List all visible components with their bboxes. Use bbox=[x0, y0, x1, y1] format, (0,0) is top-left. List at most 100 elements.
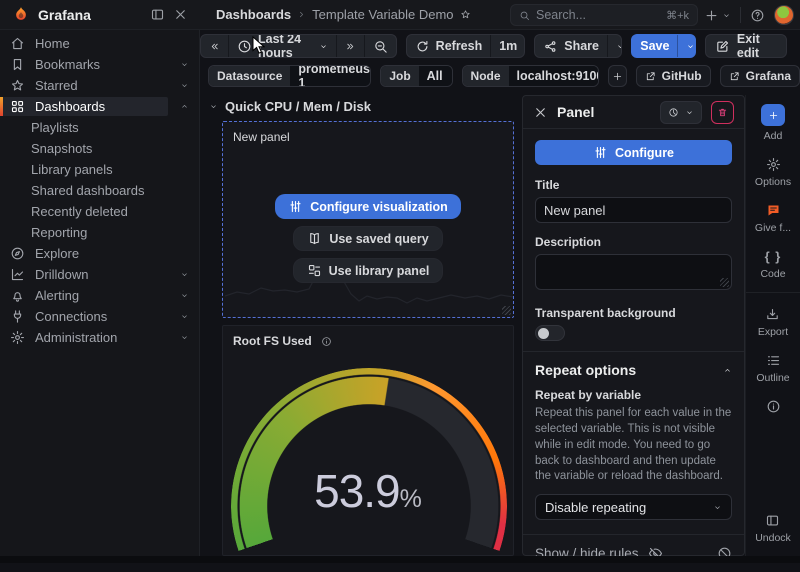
use-library-panel-button[interactable]: Use library panel bbox=[293, 258, 444, 283]
sidebar-item-library-panels[interactable]: Library panels bbox=[0, 159, 199, 180]
repeat-variable-select[interactable]: Disable repeating bbox=[535, 494, 732, 520]
book-icon bbox=[307, 231, 322, 246]
chevron-right-icon bbox=[297, 10, 306, 19]
close-icon[interactable] bbox=[533, 105, 548, 120]
rail-add-button[interactable]: Add bbox=[761, 104, 785, 142]
panel-type-button[interactable] bbox=[660, 101, 702, 124]
variable-datasource-select[interactable]: prometheus-1 bbox=[290, 66, 371, 86]
time-forward-button[interactable] bbox=[336, 35, 364, 57]
panel-resize-handle[interactable] bbox=[502, 306, 511, 315]
show-hide-rules-row[interactable]: Show / hide rules bbox=[535, 535, 732, 572]
sidebar-item-drilldown[interactable]: Drilldown bbox=[0, 264, 199, 285]
repeat-options-section[interactable]: Repeat options bbox=[535, 352, 732, 388]
panel-title-input[interactable] bbox=[535, 197, 732, 223]
app-title: Grafana bbox=[38, 7, 91, 23]
rail-code-button[interactable]: { } Code bbox=[760, 249, 785, 280]
gear-icon bbox=[10, 330, 25, 345]
info-icon[interactable] bbox=[321, 336, 332, 347]
variable-job-select[interactable]: All bbox=[419, 66, 453, 86]
grafana-link-button[interactable]: Grafana bbox=[720, 65, 800, 87]
time-back-button[interactable] bbox=[201, 35, 228, 57]
variable-node-select[interactable]: localhost:9100 bbox=[509, 66, 600, 86]
sidebar-item-connections[interactable]: Connections bbox=[0, 306, 199, 327]
star-icon bbox=[10, 78, 25, 93]
transparent-background-toggle[interactable] bbox=[535, 325, 565, 341]
chevron-down-icon bbox=[722, 11, 731, 20]
dock-sidebar-icon[interactable] bbox=[150, 7, 165, 22]
sidebar-item-shared-dashboards[interactable]: Shared dashboards bbox=[0, 180, 199, 201]
dashboard-canvas: Quick CPU / Mem / Disk New panel Configu… bbox=[200, 90, 522, 556]
configure-button[interactable]: Configure bbox=[535, 140, 732, 165]
rail-info-button[interactable] bbox=[766, 399, 781, 414]
help-icon[interactable] bbox=[750, 8, 765, 23]
breadcrumb-current[interactable]: Template Variable Demo bbox=[312, 7, 453, 22]
zoom-out-button[interactable] bbox=[364, 35, 396, 57]
chevron-down-icon bbox=[180, 291, 189, 300]
search-input[interactable]: Search... ⌘+k bbox=[510, 4, 698, 26]
star-outline-icon[interactable] bbox=[460, 9, 471, 20]
search-placeholder: Search... bbox=[536, 8, 660, 22]
configure-visualization-button[interactable]: Configure visualization bbox=[275, 194, 461, 219]
left-sidebar: Home Bookmarks Starred Dashboards Playli… bbox=[0, 30, 200, 556]
add-variable-button[interactable] bbox=[608, 65, 626, 87]
refresh-interval-button[interactable]: 1m bbox=[490, 35, 525, 57]
sidebar-item-reporting[interactable]: Reporting bbox=[0, 222, 199, 243]
rail-export-button[interactable]: Export bbox=[758, 307, 788, 338]
chevron-down-icon bbox=[180, 333, 189, 342]
rail-outline-button[interactable]: Outline bbox=[756, 353, 789, 384]
rail-undock-button[interactable]: Undock bbox=[755, 513, 791, 544]
rail-options-button[interactable]: Options bbox=[755, 157, 791, 188]
chevron-down-icon bbox=[523, 42, 525, 51]
textarea-resize-handle[interactable] bbox=[720, 278, 729, 287]
rail-feedback-button[interactable]: Give f... bbox=[755, 203, 791, 234]
sidebar-item-playlists[interactable]: Playlists bbox=[0, 117, 199, 138]
angle-double-left-icon bbox=[209, 41, 220, 52]
chevron-down-icon bbox=[180, 81, 189, 90]
plus-icon bbox=[612, 71, 623, 82]
description-label: Description bbox=[535, 235, 732, 249]
share-dropdown-button[interactable] bbox=[607, 35, 622, 57]
gauge-panel[interactable]: Root FS Used 53.9% bbox=[222, 325, 514, 556]
refresh-label: Refresh bbox=[436, 39, 483, 53]
sidebar-item-alerting[interactable]: Alerting bbox=[0, 285, 199, 306]
sidebar-item-starred[interactable]: Starred bbox=[0, 75, 199, 96]
sliders-icon bbox=[288, 199, 303, 214]
github-link-button[interactable]: GitHub bbox=[636, 65, 711, 87]
external-link-icon bbox=[645, 71, 656, 82]
avatar[interactable] bbox=[774, 5, 794, 25]
refresh-button[interactable]: Refresh bbox=[407, 35, 491, 57]
sidebar-item-explore[interactable]: Explore bbox=[0, 243, 199, 264]
new-menu-button[interactable] bbox=[704, 8, 731, 23]
share-button[interactable]: Share bbox=[535, 35, 607, 57]
sidebar-item-snapshots[interactable]: Snapshots bbox=[0, 138, 199, 159]
chevron-down-icon bbox=[686, 42, 695, 51]
chevron-down-icon bbox=[180, 312, 189, 321]
time-range-button[interactable]: Last 24 hours bbox=[228, 35, 336, 57]
save-dropdown-button[interactable] bbox=[677, 35, 695, 57]
sidebar-item-home[interactable]: Home bbox=[0, 33, 199, 54]
close-sidebar-icon[interactable] bbox=[173, 7, 188, 22]
breadcrumb: Dashboards Template Variable Demo bbox=[216, 7, 471, 22]
chevron-down-icon bbox=[319, 42, 328, 51]
sidebar-item-recently-deleted[interactable]: Recently deleted bbox=[0, 201, 199, 222]
exit-edit-button[interactable]: Exit edit bbox=[705, 34, 787, 58]
description-textarea[interactable] bbox=[535, 254, 732, 290]
gauge-bar bbox=[231, 368, 507, 556]
refresh-interval: 1m bbox=[499, 39, 517, 53]
delete-panel-button[interactable] bbox=[711, 101, 734, 124]
use-saved-query-button[interactable]: Use saved query bbox=[293, 226, 442, 251]
mouse-cursor bbox=[252, 36, 265, 55]
sidebar-item-dashboards[interactable]: Dashboards bbox=[0, 96, 199, 117]
gear-icon bbox=[766, 157, 781, 172]
gauge-panel-title: Root FS Used bbox=[233, 334, 312, 348]
repeat-by-variable-label: Repeat by variable bbox=[535, 388, 732, 402]
breadcrumb-dashboards[interactable]: Dashboards bbox=[216, 7, 291, 22]
variable-label: Datasource bbox=[209, 66, 290, 86]
external-link-icon bbox=[729, 71, 740, 82]
refresh-icon bbox=[415, 39, 430, 54]
sidebar-item-administration[interactable]: Administration bbox=[0, 327, 199, 348]
row-header[interactable]: Quick CPU / Mem / Disk bbox=[209, 99, 371, 114]
sidebar-item-bookmarks[interactable]: Bookmarks bbox=[0, 54, 199, 75]
new-panel[interactable]: New panel Configure visualization Use sa… bbox=[222, 121, 514, 318]
save-button[interactable]: Save bbox=[632, 35, 677, 57]
